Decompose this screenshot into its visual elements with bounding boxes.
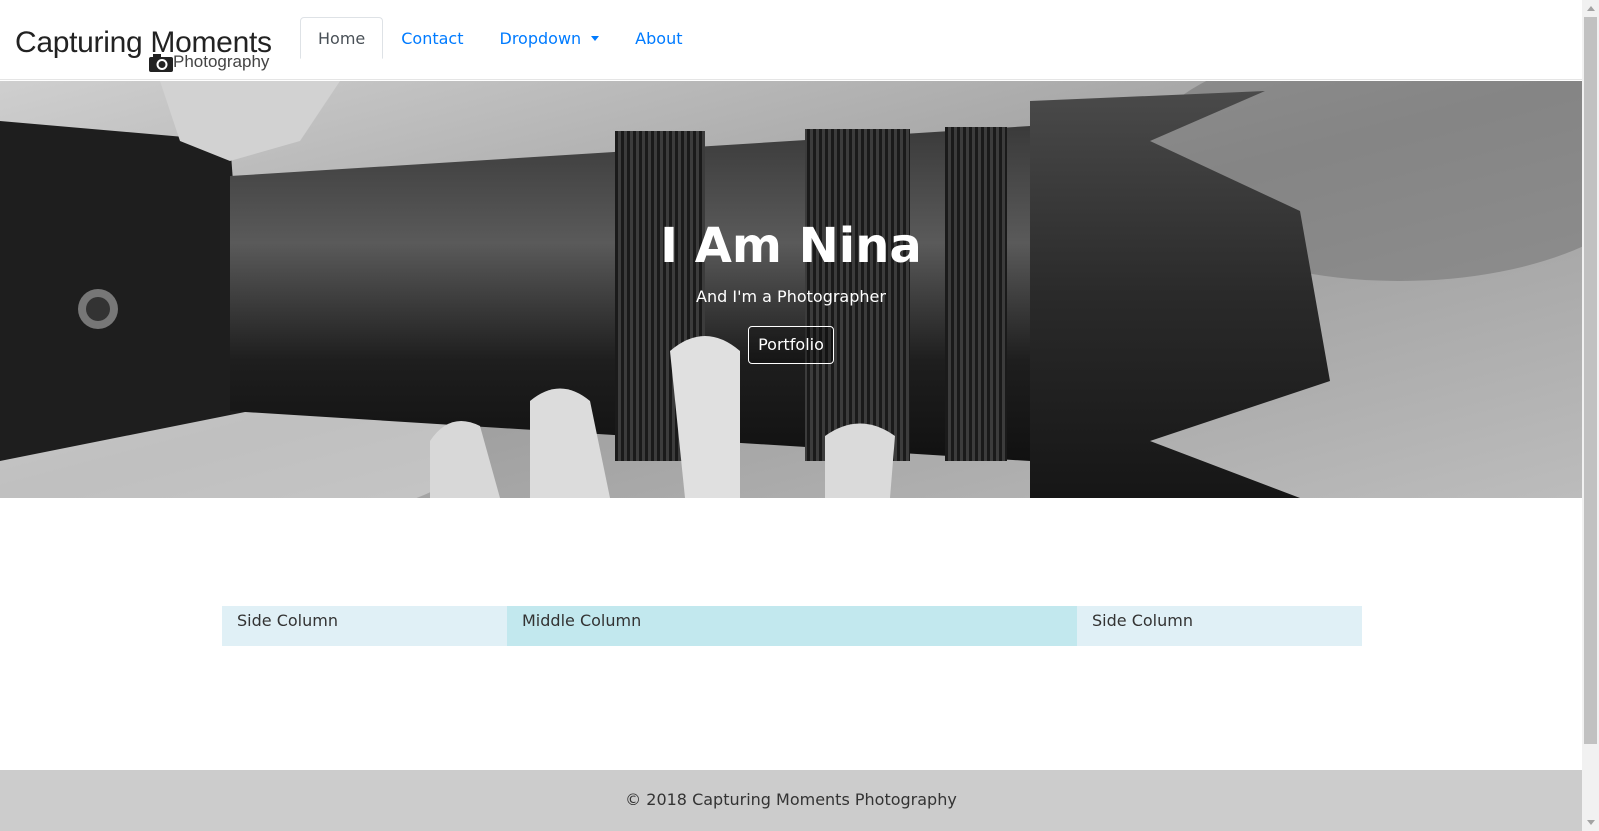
nav-dropdown[interactable]: Dropdown (482, 17, 618, 59)
caret-down-icon (591, 35, 600, 41)
left-side-column: Side Column (222, 606, 507, 646)
right-side-column: Side Column (1077, 606, 1362, 646)
nav-home-label: Home (318, 28, 366, 48)
hero-title: I Am Nina (660, 218, 922, 274)
navbar: Capturing Moments Photography Home Conta… (0, 0, 1582, 80)
nav-about[interactable]: About (617, 17, 700, 59)
hero-banner: I Am Nina And I'm a Photographer Portfol… (0, 81, 1582, 498)
main-nav: Home Contact Dropdown About (300, 17, 700, 59)
portfolio-button[interactable]: Portfolio (748, 326, 834, 364)
nav-contact[interactable]: Contact (383, 17, 481, 59)
brand-subtitle: Photography (173, 52, 270, 71)
nav-dropdown-label: Dropdown (499, 28, 582, 48)
brand-logo[interactable]: Capturing Moments Photography (15, 26, 285, 76)
footer-copyright: © 2018 Capturing Moments Photography (625, 790, 957, 809)
column-row: Side Column Middle Column Side Column (222, 606, 1362, 646)
vertical-scrollbar[interactable] (1582, 0, 1599, 831)
footer: © 2018 Capturing Moments Photography (0, 770, 1582, 831)
hero-subtitle: And I'm a Photographer (696, 287, 886, 306)
scroll-down-arrow-icon[interactable] (1582, 814, 1599, 831)
hero-content: I Am Nina And I'm a Photographer Portfol… (0, 81, 1582, 498)
scroll-up-arrow-icon[interactable] (1582, 0, 1599, 17)
page: Capturing Moments Photography Home Conta… (0, 0, 1599, 831)
middle-column: Middle Column (507, 606, 1077, 646)
scrollbar-thumb[interactable] (1584, 17, 1597, 744)
nav-about-label: About (635, 28, 683, 48)
nav-home[interactable]: Home (300, 17, 384, 59)
camera-icon (149, 54, 173, 72)
nav-contact-label: Contact (401, 28, 464, 48)
